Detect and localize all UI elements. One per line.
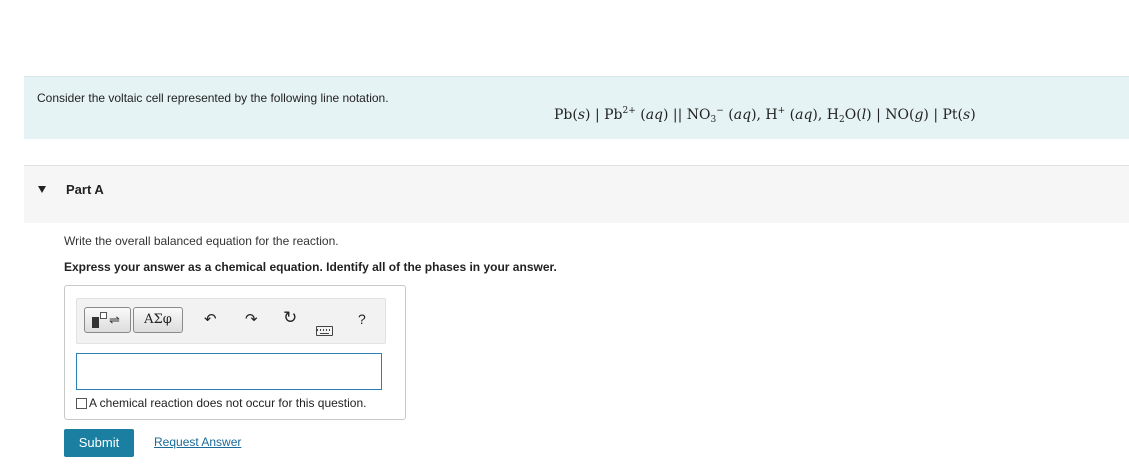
undo-icon[interactable]: ↶	[204, 311, 217, 329]
answer-input[interactable]	[76, 353, 382, 390]
no-reaction-label: A chemical reaction does not occur for t…	[89, 396, 367, 410]
equation-toolbar: ⇌ ΑΣφ ↶ ↷ ↻ ?	[76, 298, 386, 344]
equilibrium-arrows-icon: ⇌	[109, 312, 120, 327]
reset-icon[interactable]: ↻	[283, 309, 297, 327]
no-reaction-option[interactable]: A chemical reaction does not occur for t…	[76, 396, 366, 410]
collapse-triangle-icon[interactable]	[38, 186, 46, 193]
help-icon[interactable]: ?	[358, 310, 366, 328]
templates-button[interactable]: ⇌	[84, 307, 131, 333]
answer-panel: ⇌ ΑΣφ ↶ ↷ ↻ ? A chemical reaction does n…	[64, 285, 406, 420]
keyboard-icon[interactable]	[316, 326, 333, 336]
part-label: Part A	[66, 182, 104, 197]
redo-icon[interactable]: ↷	[245, 311, 258, 329]
symbols-button[interactable]: ΑΣφ	[133, 307, 183, 333]
answer-requirement: Express your answer as a chemical equati…	[64, 260, 557, 274]
intro-text: Consider the voltaic cell represented by…	[37, 91, 389, 105]
templates-box-icon	[100, 312, 107, 319]
question-instruction: Write the overall balanced equation for …	[64, 234, 339, 248]
cell-notation: Pb(s) | Pb2+ (aq) || NO3− (aq), H+ (aq),…	[554, 106, 976, 125]
no-reaction-checkbox[interactable]	[76, 398, 87, 409]
part-a-header[interactable]: Part A	[24, 165, 1129, 223]
request-answer-link[interactable]: Request Answer	[154, 435, 241, 449]
templates-block-icon	[92, 317, 99, 328]
submit-button[interactable]: Submit	[64, 429, 134, 457]
problem-intro: Consider the voltaic cell represented by…	[24, 76, 1129, 139]
